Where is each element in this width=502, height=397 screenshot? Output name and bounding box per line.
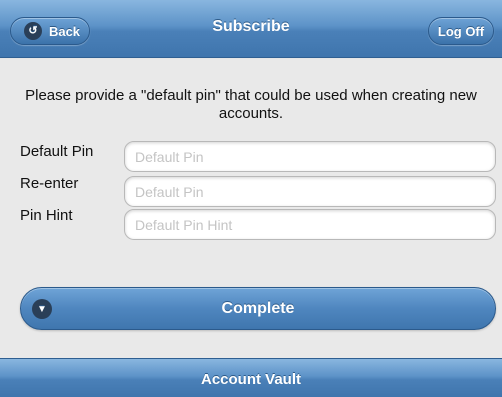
footer-title: Account Vault (200, 371, 301, 388)
chevron-down-icon: ▼ (32, 299, 52, 319)
complete-button[interactable]: ▼ Complete (20, 287, 496, 330)
footer-bar: Account Vault (0, 358, 502, 397)
log-off-button[interactable]: Log Off (428, 17, 494, 45)
re-enter-pin-input[interactable] (124, 176, 496, 207)
re-enter-label: Re-enter (20, 175, 79, 192)
page-title: Subscribe (212, 18, 290, 35)
pin-hint-label: Pin Hint (20, 207, 73, 224)
complete-button-label: Complete (221, 299, 295, 317)
default-pin-label: Default Pin (20, 143, 94, 160)
pin-hint-input[interactable] (124, 209, 496, 240)
main-content: Please provide a "default pin" that coul… (0, 59, 502, 358)
default-pin-input[interactable] (124, 141, 496, 172)
intro-text: Please provide a "default pin" that coul… (25, 87, 477, 122)
header-bar: ↺ Back Subscribe Log Off (0, 0, 502, 58)
